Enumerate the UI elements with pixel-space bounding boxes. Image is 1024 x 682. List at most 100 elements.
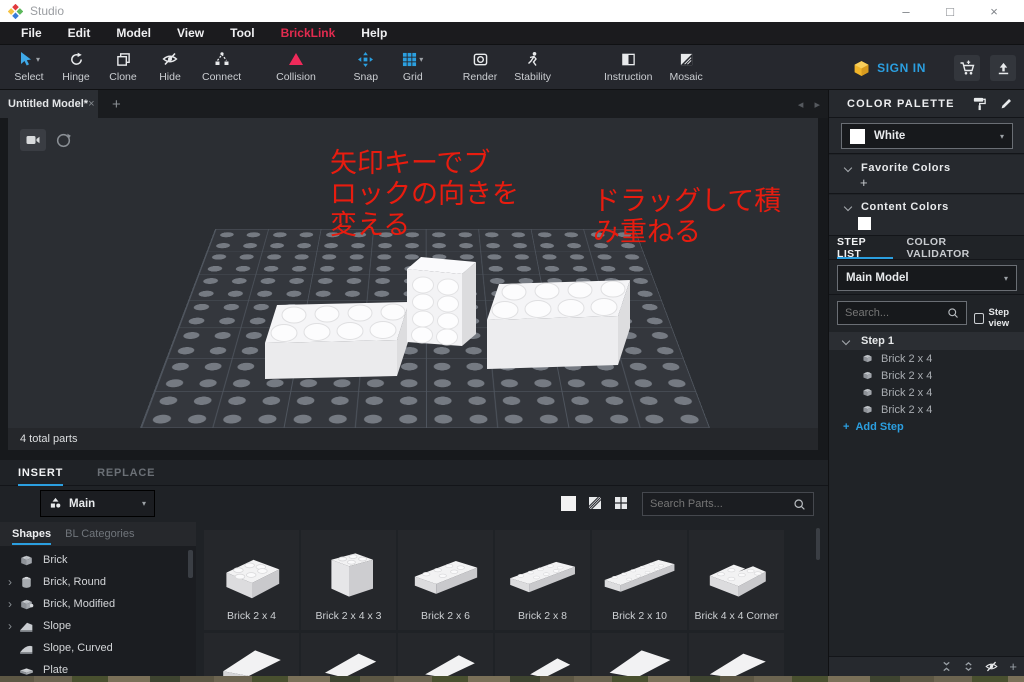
add-favorite-color-button[interactable]: + [860, 175, 868, 190]
tab-bl-categories[interactable]: BL Categories [65, 522, 134, 546]
category-slope[interactable]: › Slope [0, 615, 196, 637]
menu-file[interactable]: File [8, 22, 55, 45]
menu-bricklink[interactable]: BrickLink [268, 22, 349, 45]
content-colors-row[interactable]: Content Colors [829, 195, 1024, 213]
model-tab-bar: Untitled Model* × + ◂ ▸ [0, 90, 828, 118]
add-icon[interactable]: + [1009, 659, 1017, 674]
part-brick-2x4x3[interactable]: Brick 2 x 4 x 3 [301, 530, 396, 630]
caret-down-icon: ▾ [419, 55, 423, 64]
tab-color-validator[interactable]: COLOR VALIDATOR [907, 236, 1011, 260]
step-1-row[interactable]: Step 1 [829, 332, 1024, 350]
expand-icon[interactable]: › [8, 575, 18, 589]
parts-scrollbar[interactable] [816, 528, 820, 560]
hide-tool[interactable]: Hide [155, 50, 185, 83]
grid-tool[interactable]: ▾ Grid [398, 50, 428, 83]
step-search-input[interactable] [845, 307, 947, 319]
brick-thumb-icon [18, 552, 35, 569]
tab-nav-left-icon[interactable]: ◂ [798, 99, 804, 111]
new-tab-button[interactable]: + [112, 96, 121, 118]
upload-button[interactable] [990, 55, 1016, 81]
mosaic-tool[interactable]: Mosaic [669, 50, 702, 83]
caret-down-icon: ▾ [36, 55, 40, 64]
add-step-button[interactable]: + Add Step [829, 418, 1024, 435]
camera-view-button[interactable] [20, 129, 46, 151]
connect-tool[interactable]: Connect [202, 50, 241, 83]
instruction-tool[interactable]: Instruction [604, 50, 652, 83]
menu-edit[interactable]: Edit [55, 22, 104, 45]
hinge-tool[interactable]: Hinge [61, 50, 91, 83]
part-brick-2x10[interactable]: Brick 2 x 10 [592, 530, 687, 630]
category-slope-curved[interactable]: Slope, Curved [0, 637, 196, 659]
viewport-canvas[interactable]: 矢印キーでブ ロックの向きを 変える ドラッグして積 み重ねる 4 total … [8, 118, 818, 450]
tab-insert[interactable]: INSERT [18, 460, 63, 486]
parts-search-input[interactable] [650, 498, 793, 510]
tab-shapes[interactable]: Shapes [12, 522, 51, 546]
collision-tool[interactable]: Collision [276, 50, 316, 83]
tab-close-icon[interactable]: × [88, 98, 94, 110]
part-thumb [502, 544, 584, 606]
menu-help[interactable]: Help [348, 22, 400, 45]
camera-icon [25, 132, 41, 148]
part-brick-2x8[interactable]: Brick 2 x 8 [495, 530, 590, 630]
hide-steps-icon[interactable] [985, 660, 998, 673]
edit-pencil-icon[interactable] [999, 97, 1013, 111]
snap-tool[interactable]: Snap [351, 50, 381, 83]
category-brick[interactable]: Brick [0, 549, 196, 571]
collapse-all-icon[interactable] [941, 661, 952, 672]
minimize-button[interactable]: – [884, 0, 928, 22]
modified-brick-thumb-icon [18, 596, 35, 613]
grid-view-icon[interactable] [614, 496, 628, 510]
part-cell-partial[interactable] [204, 633, 299, 676]
category-brick-round[interactable]: › Brick, Round [0, 571, 196, 593]
paint-roller-icon[interactable] [972, 96, 987, 111]
part-cell-partial[interactable] [301, 633, 396, 676]
content-color-white-swatch[interactable] [858, 217, 871, 230]
menu-model[interactable]: Model [103, 22, 164, 45]
annotation-drag-hint: ドラッグして積 み重ねる [593, 186, 781, 248]
part-thumb [309, 544, 389, 606]
snap-icon [358, 52, 373, 67]
menu-tool[interactable]: Tool [217, 22, 267, 45]
stability-tool[interactable]: Stability [514, 50, 551, 83]
select-tool[interactable]: ▾ Select [14, 50, 44, 83]
render-tool[interactable]: Render [463, 50, 497, 83]
tab-untitled-model[interactable]: Untitled Model* × [0, 90, 98, 118]
category-brick-modified[interactable]: › Brick, Modified [0, 593, 196, 615]
part-brick-4x4-corner[interactable]: Brick 4 x 4 Corner [689, 530, 784, 630]
step-view-toggle[interactable]: Step view [974, 307, 1024, 329]
step-item-brick[interactable]: Brick 2 x 4 [829, 384, 1024, 401]
render-camera-icon [473, 52, 488, 67]
clone-tool[interactable]: Clone [108, 50, 138, 83]
close-button[interactable]: × [972, 0, 1016, 22]
part-cell-partial[interactable] [689, 633, 784, 676]
step-item-brick[interactable]: Brick 2 x 4 [829, 367, 1024, 384]
color-dropdown[interactable]: White ▾ [841, 123, 1013, 149]
expand-all-icon[interactable] [963, 661, 974, 672]
part-brick-2x6[interactable]: Brick 2 x 6 [398, 530, 493, 630]
tab-step-list[interactable]: STEP LIST [837, 236, 893, 260]
brick-icon [861, 403, 874, 416]
part-brick-2x4[interactable]: Brick 2 x 4 [204, 530, 299, 630]
orbit-reset-button[interactable] [50, 129, 76, 151]
step-item-brick[interactable]: Brick 2 x 4 [829, 350, 1024, 367]
tab-replace[interactable]: REPLACE [97, 460, 155, 486]
part-cell-partial[interactable] [398, 633, 493, 676]
favorite-colors-row[interactable]: Favorite Colors [829, 155, 1024, 174]
maximize-button[interactable]: □ [928, 0, 972, 22]
cart-button[interactable] [954, 55, 980, 81]
part-browser-panel: INSERT REPLACE Main ▾ Shapes BL Categ [0, 460, 828, 676]
expand-icon[interactable]: › [8, 597, 18, 611]
model-dropdown[interactable]: Main Model ▾ [837, 265, 1017, 291]
sidebar-scrollbar[interactable] [188, 550, 193, 578]
sign-in-button[interactable]: SIGN IN [853, 60, 926, 77]
part-cell-partial[interactable] [495, 633, 590, 676]
no-color-filter-icon[interactable] [588, 496, 602, 510]
expand-icon[interactable]: › [8, 619, 18, 633]
step-item-brick[interactable]: Brick 2 x 4 [829, 401, 1024, 418]
stability-figure-icon [525, 51, 541, 67]
menu-view[interactable]: View [164, 22, 217, 45]
group-dropdown[interactable]: Main ▾ [40, 490, 155, 517]
part-cell-partial[interactable] [592, 633, 687, 676]
tab-nav-right-icon[interactable]: ▸ [814, 99, 820, 111]
color-filter-swatch[interactable] [561, 496, 576, 511]
